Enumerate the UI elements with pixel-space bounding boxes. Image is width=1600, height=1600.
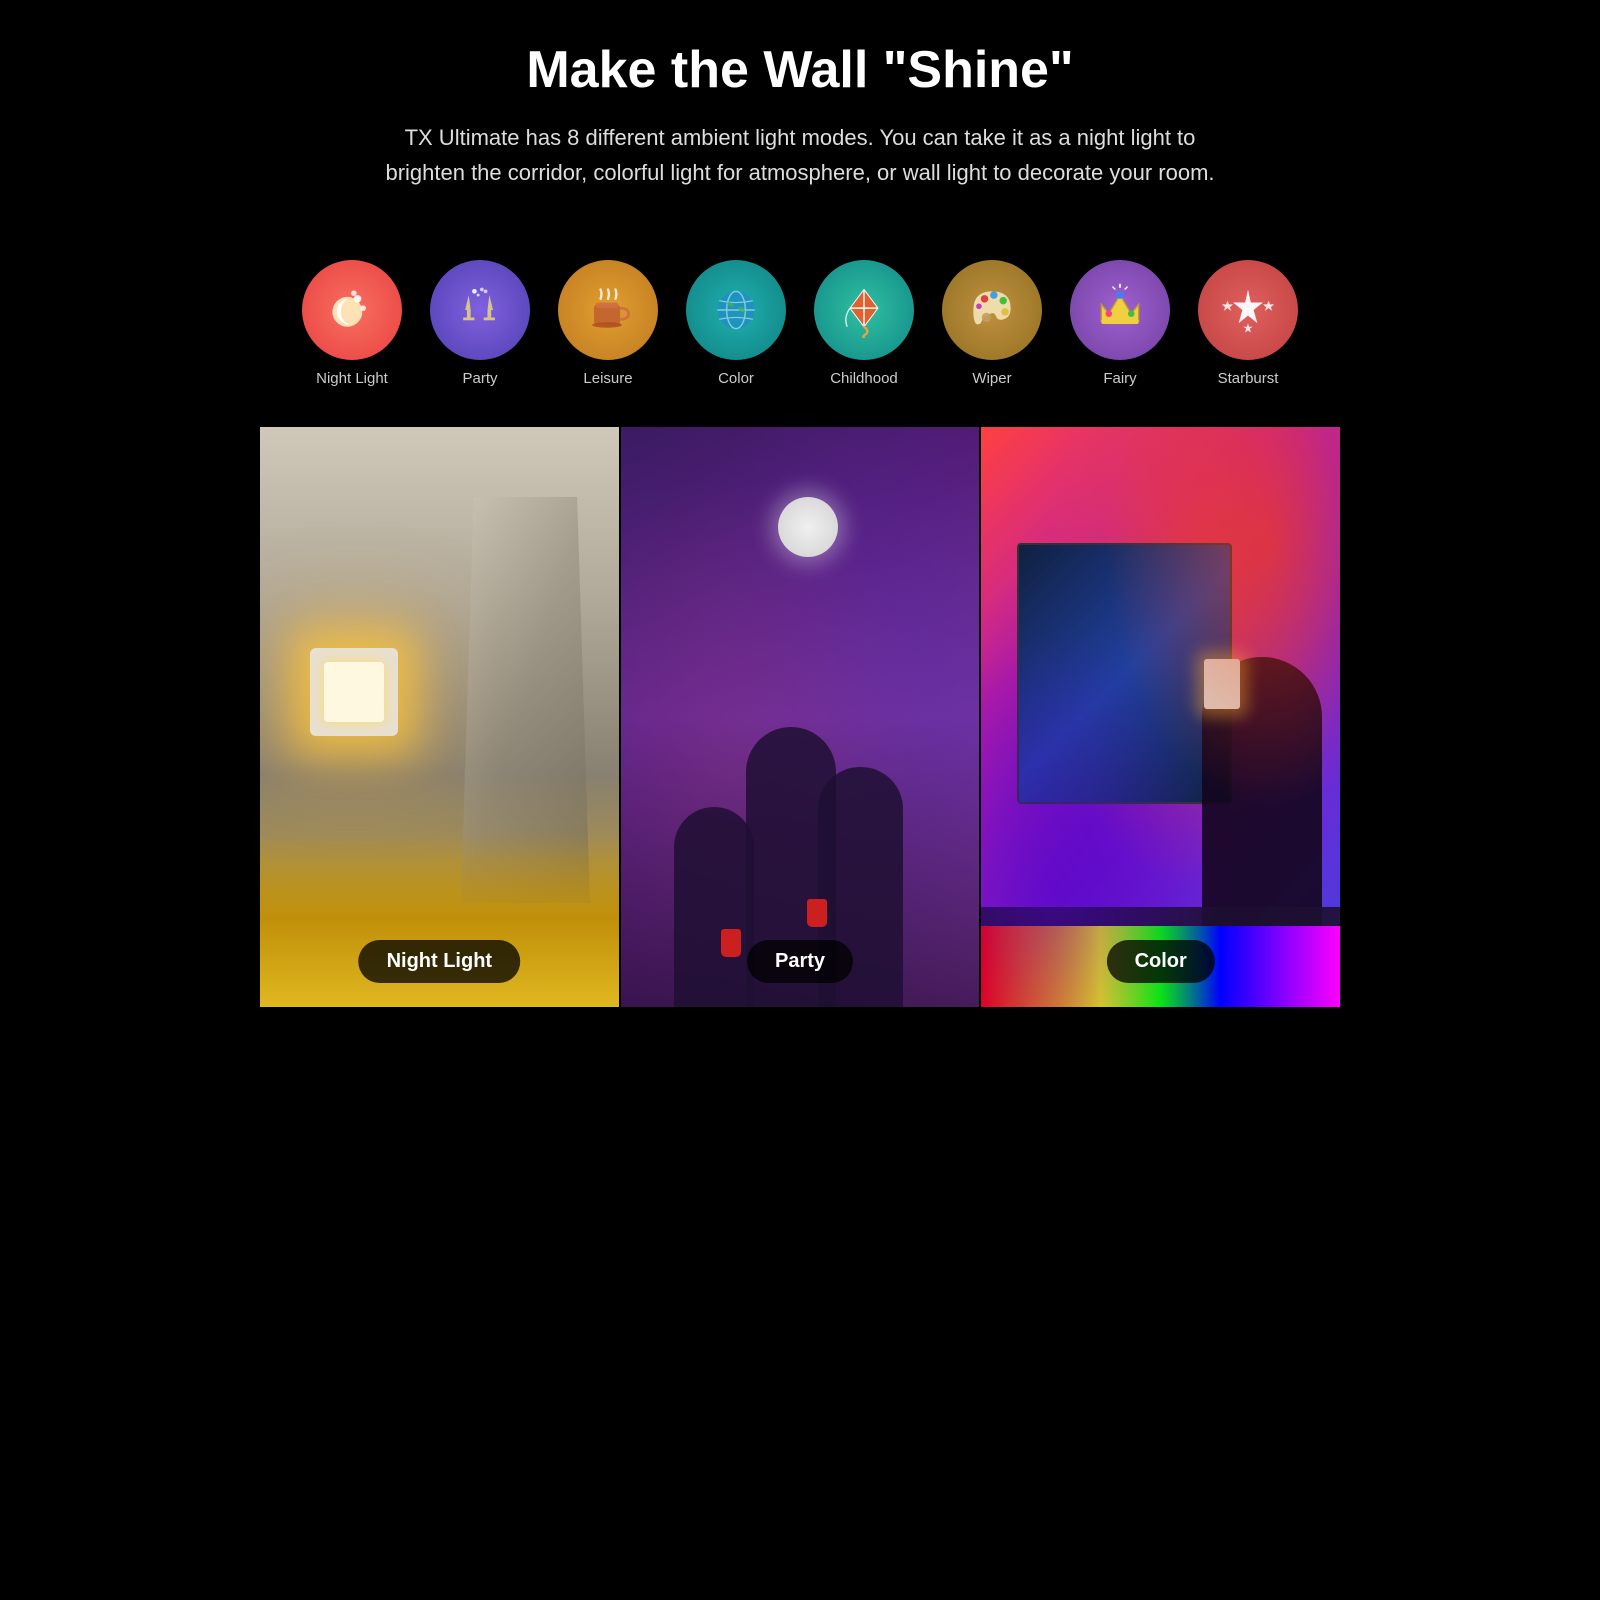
header-section: Make the Wall "Shine" TX Ultimate has 8 … (260, 0, 1340, 250)
night-light-icon (302, 260, 402, 360)
leisure-icon (558, 260, 658, 360)
fairy-icon (1070, 260, 1170, 360)
monitor (1017, 543, 1232, 804)
leisure-label: Leisure (583, 370, 632, 387)
wall-device-container (310, 648, 410, 748)
color-panel: Color (979, 427, 1340, 1007)
mode-item-fairy[interactable]: Fairy (1065, 260, 1175, 387)
modes-row: Night Light Party (260, 250, 1340, 417)
night-light-panel-label: Night Light (359, 940, 521, 983)
red-cup-1 (807, 899, 827, 927)
mode-item-wiper[interactable]: Wiper (937, 260, 1047, 387)
starburst-label: Starburst (1218, 370, 1279, 387)
photos-section: Night Light Party (260, 427, 1340, 1007)
mode-item-childhood[interactable]: Childhood (809, 260, 919, 387)
wiper-label: Wiper (972, 370, 1011, 387)
party-icon (430, 260, 530, 360)
desk (981, 907, 1340, 927)
childhood-label: Childhood (830, 370, 898, 387)
party-scene (621, 427, 980, 1007)
mode-item-party[interactable]: Party (425, 260, 535, 387)
color-icon (686, 260, 786, 360)
starburst-icon (1198, 260, 1298, 360)
party-label: Party (462, 370, 497, 387)
childhood-icon (814, 260, 914, 360)
person-silhouette-1 (674, 807, 754, 1007)
mode-item-color[interactable]: Color (681, 260, 791, 387)
subtitle-text: TX Ultimate has 8 different ambient ligh… (370, 120, 1230, 190)
mode-item-starburst[interactable]: Starburst (1193, 260, 1303, 387)
mode-item-night-light[interactable]: Night Light (297, 260, 407, 387)
color-label: Color (718, 370, 754, 387)
party-panel: Party (619, 427, 980, 1007)
wiper-icon (942, 260, 1042, 360)
device-outer (310, 648, 398, 736)
night-light-label: Night Light (316, 370, 388, 387)
night-light-panel: Night Light (260, 427, 619, 1007)
monitor-screen (1019, 545, 1230, 802)
device-inner (324, 662, 384, 722)
wall-switch-device (1204, 659, 1240, 709)
party-panel-label: Party (747, 940, 853, 983)
hallway-scene (260, 427, 619, 1007)
red-cup-2 (721, 929, 741, 957)
page-title: Make the Wall "Shine" (320, 40, 1280, 100)
fairy-label: Fairy (1103, 370, 1136, 387)
mode-item-leisure[interactable]: Leisure (553, 260, 663, 387)
color-scene (981, 427, 1340, 1007)
color-panel-label: Color (1107, 940, 1215, 983)
